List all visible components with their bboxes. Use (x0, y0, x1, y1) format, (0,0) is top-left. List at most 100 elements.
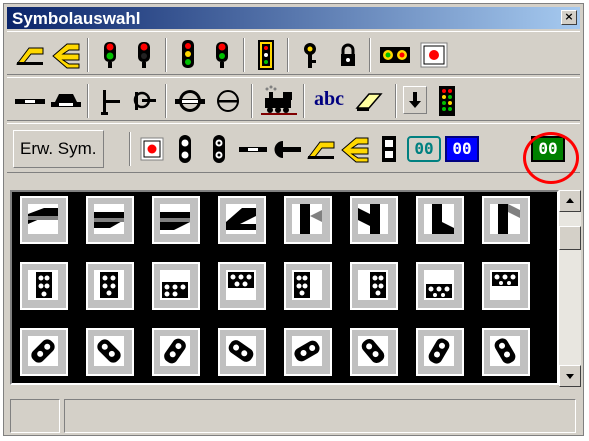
bulb-double-icon (380, 47, 410, 63)
symbol-tile-switch-vertical-down[interactable] (416, 196, 464, 244)
signal-box-vertical-icon (28, 270, 58, 300)
signal-box-left-icon (292, 270, 322, 300)
lock-button[interactable] (333, 38, 363, 72)
switch-right-down-icon (160, 204, 190, 234)
symbol-tile-signal-box-vertical[interactable] (20, 262, 68, 310)
track-diagonal-arrow-small-button[interactable] (339, 132, 371, 166)
signal-red-black-button[interactable] (129, 38, 159, 72)
signal-disc-icon (133, 91, 156, 110)
triangle-up-icon (566, 198, 574, 203)
symbol-tile-diagonal-signal-3[interactable] (152, 328, 200, 376)
signal-three-light-button[interactable] (173, 38, 203, 72)
symbol-tile-diagonal-signal-4[interactable] (218, 328, 266, 376)
counter-teal-button[interactable]: 00 (407, 136, 441, 162)
toolbar-row-2: abc (7, 77, 580, 121)
symbol-tile-signal-box-vertical-2[interactable] (86, 262, 134, 310)
symbol-tile-switch-right-up[interactable] (20, 196, 68, 244)
symbol-tile-diagonal-signal-2[interactable] (86, 328, 134, 376)
block-signal-button[interactable] (375, 132, 403, 166)
signal-box-horizontal-top-icon (226, 270, 256, 300)
circle-minus-button[interactable] (211, 84, 245, 118)
signal-red-green-button[interactable] (95, 38, 125, 72)
text-abc-button[interactable]: abc (311, 84, 347, 118)
key-button[interactable] (295, 38, 325, 72)
symbol-tile-signal-box-bottom[interactable] (416, 262, 464, 310)
symbol-tile-signal-box-horizontal-top[interactable] (218, 262, 266, 310)
track-diagonal-arrow-button[interactable] (49, 38, 83, 72)
signal-red-black-icon (138, 42, 150, 68)
toolbar-separator (165, 38, 167, 72)
diagonal-signal-3-icon (160, 336, 190, 366)
signal-panel-icon (439, 86, 455, 116)
locomotive-icon (261, 85, 297, 115)
signal-box-top-icon (490, 270, 520, 300)
symbol-tile-signal-box-left[interactable] (284, 262, 332, 310)
scroll-down-button[interactable] (559, 365, 581, 387)
toolbar-separator (165, 84, 167, 118)
diagonal-signal-4-icon (226, 336, 256, 366)
track-buffer-icon (51, 94, 81, 107)
symbol-tile-diagonal-signal-7[interactable] (416, 328, 464, 376)
symbol-tile-signal-box-right[interactable] (350, 262, 398, 310)
title-bar[interactable]: Symbolauswahl × (7, 7, 580, 29)
bulb-double-button[interactable] (377, 38, 413, 72)
symbol-tile-switch-left-down[interactable] (86, 196, 134, 244)
diagonal-signal-8-icon (490, 336, 520, 366)
signal-panel-button[interactable] (431, 84, 461, 118)
arrow-down-button[interactable] (403, 86, 427, 114)
symbol-tile-switch-vertical-left[interactable] (350, 196, 398, 244)
track-end-button[interactable] (271, 132, 303, 166)
symbol-tile-switch-vertical-right[interactable] (284, 196, 332, 244)
scroll-up-button[interactable] (559, 190, 581, 212)
symbol-tile-switch-right-down[interactable] (152, 196, 200, 244)
toolbar-separator (243, 38, 245, 72)
diagonal-signal-7-icon (424, 336, 454, 366)
signal-yellow-box-icon (258, 40, 274, 70)
symbol-grid (10, 190, 559, 385)
signal-two-lamp-button[interactable] (171, 132, 199, 166)
extended-symbols-button[interactable]: Erw. Sym. (13, 130, 104, 168)
symbol-tile-signal-box-top[interactable] (482, 262, 530, 310)
key-icon (304, 43, 316, 68)
diagonal-signal-6-icon (358, 336, 388, 366)
track-end-icon (274, 141, 301, 158)
track-straight-small-button[interactable] (237, 132, 269, 166)
signal-dual-head-button[interactable] (207, 38, 237, 72)
toolbar-separator (369, 38, 371, 72)
diagonal-signal-5-icon (292, 336, 322, 366)
red-dot-button-icon (420, 42, 448, 68)
scroll-thumb[interactable] (559, 226, 581, 250)
track-diagonal-up-button[interactable] (13, 38, 47, 72)
symbol-tile-signal-box-horizontal[interactable] (152, 262, 200, 310)
track-buffer-button[interactable] (49, 84, 83, 118)
symbol-tile-diagonal-signal-5[interactable] (284, 328, 332, 376)
counter-blue-button[interactable]: 00 (445, 136, 479, 162)
eraser-button[interactable] (351, 84, 387, 118)
window-title: Symbolauswahl (12, 9, 141, 28)
signal-two-lamp-open-icon (213, 135, 225, 163)
diagonal-signal-1-icon (28, 336, 58, 366)
close-button[interactable]: × (561, 10, 577, 25)
signal-two-lamp-open-button[interactable] (205, 132, 233, 166)
signal-disc-button[interactable] (129, 84, 159, 118)
signal-mast-button[interactable] (95, 84, 125, 118)
symbol-tile-switch-left-up[interactable] (218, 196, 266, 244)
red-dot-button[interactable] (417, 38, 451, 72)
symbol-tile-diagonal-signal-8[interactable] (482, 328, 530, 376)
vertical-scrollbar[interactable] (559, 190, 581, 387)
highlight-ring (523, 132, 579, 184)
locomotive-button[interactable] (259, 84, 299, 118)
toolbar-separator (129, 132, 131, 166)
toolbar-separator (87, 38, 89, 72)
switch-vertical-right-icon (292, 204, 322, 234)
red-dot-square-button[interactable] (137, 132, 167, 166)
turntable-button[interactable] (173, 84, 207, 118)
track-straight-button[interactable] (13, 84, 47, 118)
symbol-tile-switch-vertical-up[interactable] (482, 196, 530, 244)
lock-icon (341, 43, 355, 66)
symbol-tile-diagonal-signal-6[interactable] (350, 328, 398, 376)
symbol-tile-diagonal-signal-1[interactable] (20, 328, 68, 376)
signal-red-green-icon (104, 42, 116, 68)
track-diagonal-small-button[interactable] (305, 132, 337, 166)
signal-yellow-box-button[interactable] (251, 38, 281, 72)
